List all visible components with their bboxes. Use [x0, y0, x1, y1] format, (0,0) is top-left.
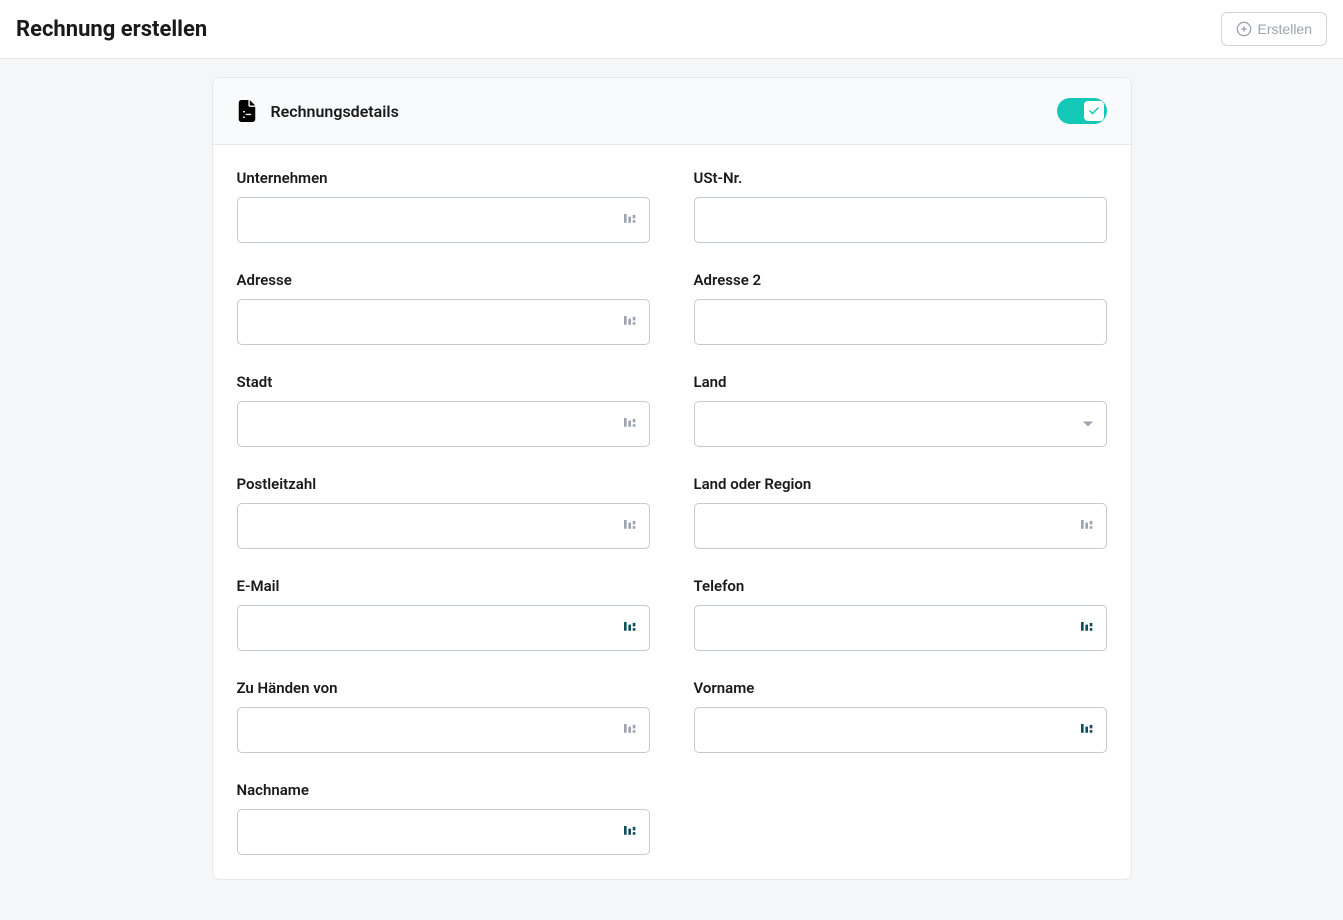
input-attention[interactable]: [237, 707, 650, 753]
field-address2: Adresse 2: [694, 271, 1107, 345]
field-region: Land oder Region: [694, 475, 1107, 549]
field-company: Unternehmen: [237, 169, 650, 243]
field-firstname: Vorname: [694, 679, 1107, 753]
input-vat[interactable]: [694, 197, 1107, 243]
plus-circle-icon: [1236, 21, 1252, 37]
field-postal: Postleitzahl: [237, 475, 650, 549]
label-firstname: Vorname: [694, 679, 1107, 697]
select-country[interactable]: [694, 401, 1107, 447]
input-region[interactable]: [694, 503, 1107, 549]
form-grid: Unternehmen USt-Nr. Adresse: [237, 169, 1107, 855]
label-phone: Telefon: [694, 577, 1107, 595]
label-region: Land oder Region: [694, 475, 1107, 493]
label-address2: Adresse 2: [694, 271, 1107, 289]
label-company: Unternehmen: [237, 169, 650, 187]
input-postal[interactable]: [237, 503, 650, 549]
toggle-knob: [1084, 101, 1104, 121]
input-phone[interactable]: [694, 605, 1107, 651]
input-address2[interactable]: [694, 299, 1107, 345]
label-city: Stadt: [237, 373, 650, 391]
invoice-icon: [237, 100, 257, 122]
label-country: Land: [694, 373, 1107, 391]
input-city[interactable]: [237, 401, 650, 447]
input-address[interactable]: [237, 299, 650, 345]
label-address: Adresse: [237, 271, 650, 289]
card-header: Rechnungsdetails: [213, 78, 1131, 145]
field-city: Stadt: [237, 373, 650, 447]
top-bar: Rechnung erstellen Erstellen: [0, 0, 1343, 59]
label-postal: Postleitzahl: [237, 475, 650, 493]
field-address: Adresse: [237, 271, 650, 345]
details-toggle[interactable]: [1057, 98, 1107, 124]
input-firstname[interactable]: [694, 707, 1107, 753]
card-header-left: Rechnungsdetails: [237, 100, 399, 122]
label-lastname: Nachname: [237, 781, 650, 799]
field-country: Land: [694, 373, 1107, 447]
input-lastname[interactable]: [237, 809, 650, 855]
field-attention: Zu Händen von: [237, 679, 650, 753]
label-vat: USt-Nr.: [694, 169, 1107, 187]
card-body: Unternehmen USt-Nr. Adresse: [213, 145, 1131, 879]
field-lastname: Nachname: [237, 781, 650, 855]
check-icon: [1088, 105, 1100, 117]
label-email: E-Mail: [237, 577, 650, 595]
field-email: E-Mail: [237, 577, 650, 651]
field-phone: Telefon: [694, 577, 1107, 651]
page-title: Rechnung erstellen: [16, 17, 207, 42]
content-wrapper: Rechnungsdetails Unternehmen: [172, 77, 1172, 880]
input-email[interactable]: [237, 605, 650, 651]
input-company[interactable]: [237, 197, 650, 243]
create-button[interactable]: Erstellen: [1221, 12, 1327, 46]
create-button-label: Erstellen: [1258, 21, 1312, 37]
card-title: Rechnungsdetails: [271, 102, 399, 121]
field-vat: USt-Nr.: [694, 169, 1107, 243]
label-attention: Zu Händen von: [237, 679, 650, 697]
invoice-details-card: Rechnungsdetails Unternehmen: [212, 77, 1132, 880]
